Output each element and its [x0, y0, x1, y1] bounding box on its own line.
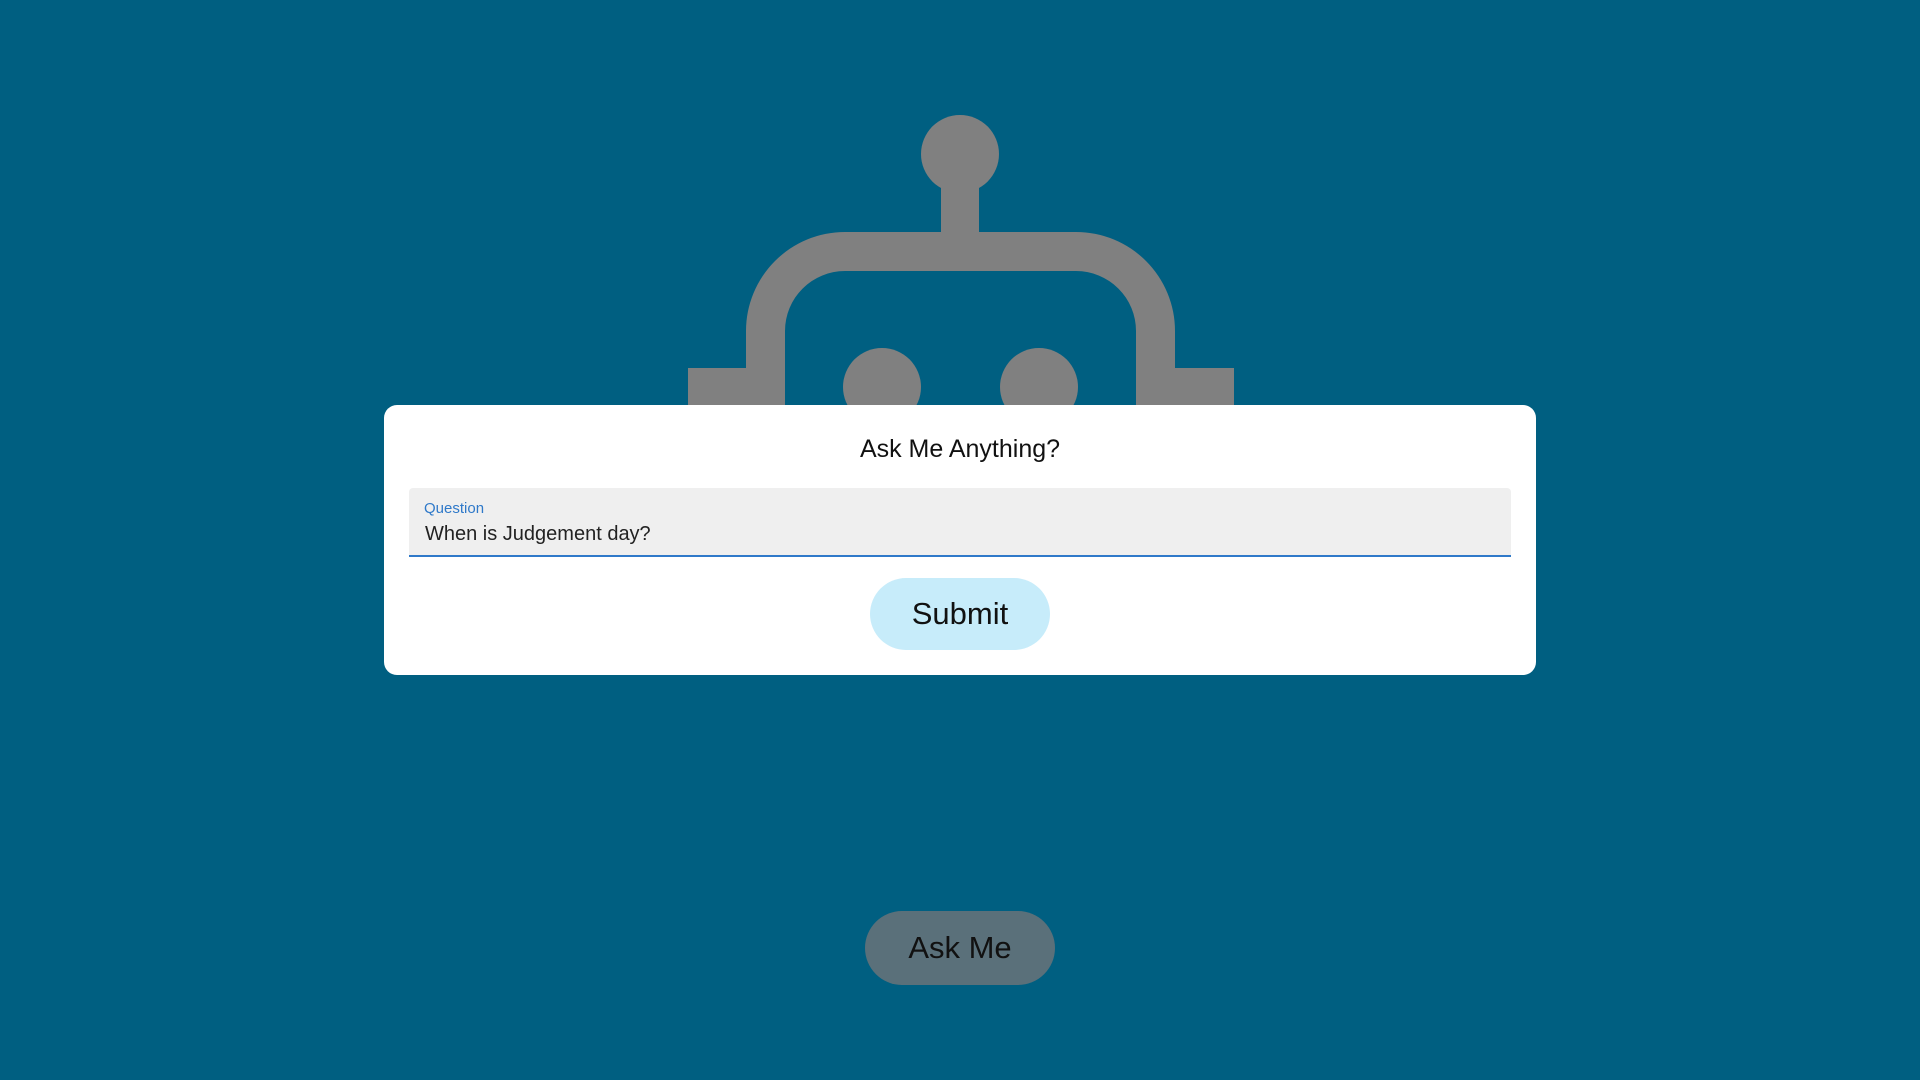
- ask-me-button[interactable]: Ask Me: [865, 911, 1055, 985]
- question-input[interactable]: [423, 519, 1497, 549]
- question-field-label: Question: [424, 500, 485, 517]
- robot-icon: [688, 115, 1234, 410]
- robot-eye-right: [1000, 348, 1078, 410]
- robot-ear-right: [1175, 368, 1234, 410]
- robot-antenna-stem: [941, 180, 979, 236]
- submit-button[interactable]: Submit: [870, 578, 1050, 650]
- question-card: Ask Me Anything? Question Submit: [384, 405, 1536, 675]
- card-title: Ask Me Anything?: [859, 435, 1061, 463]
- robot-eye-left: [843, 348, 921, 410]
- robot-head: [746, 232, 1175, 410]
- robot-ear-left: [688, 368, 746, 410]
- question-field[interactable]: Question: [409, 488, 1511, 557]
